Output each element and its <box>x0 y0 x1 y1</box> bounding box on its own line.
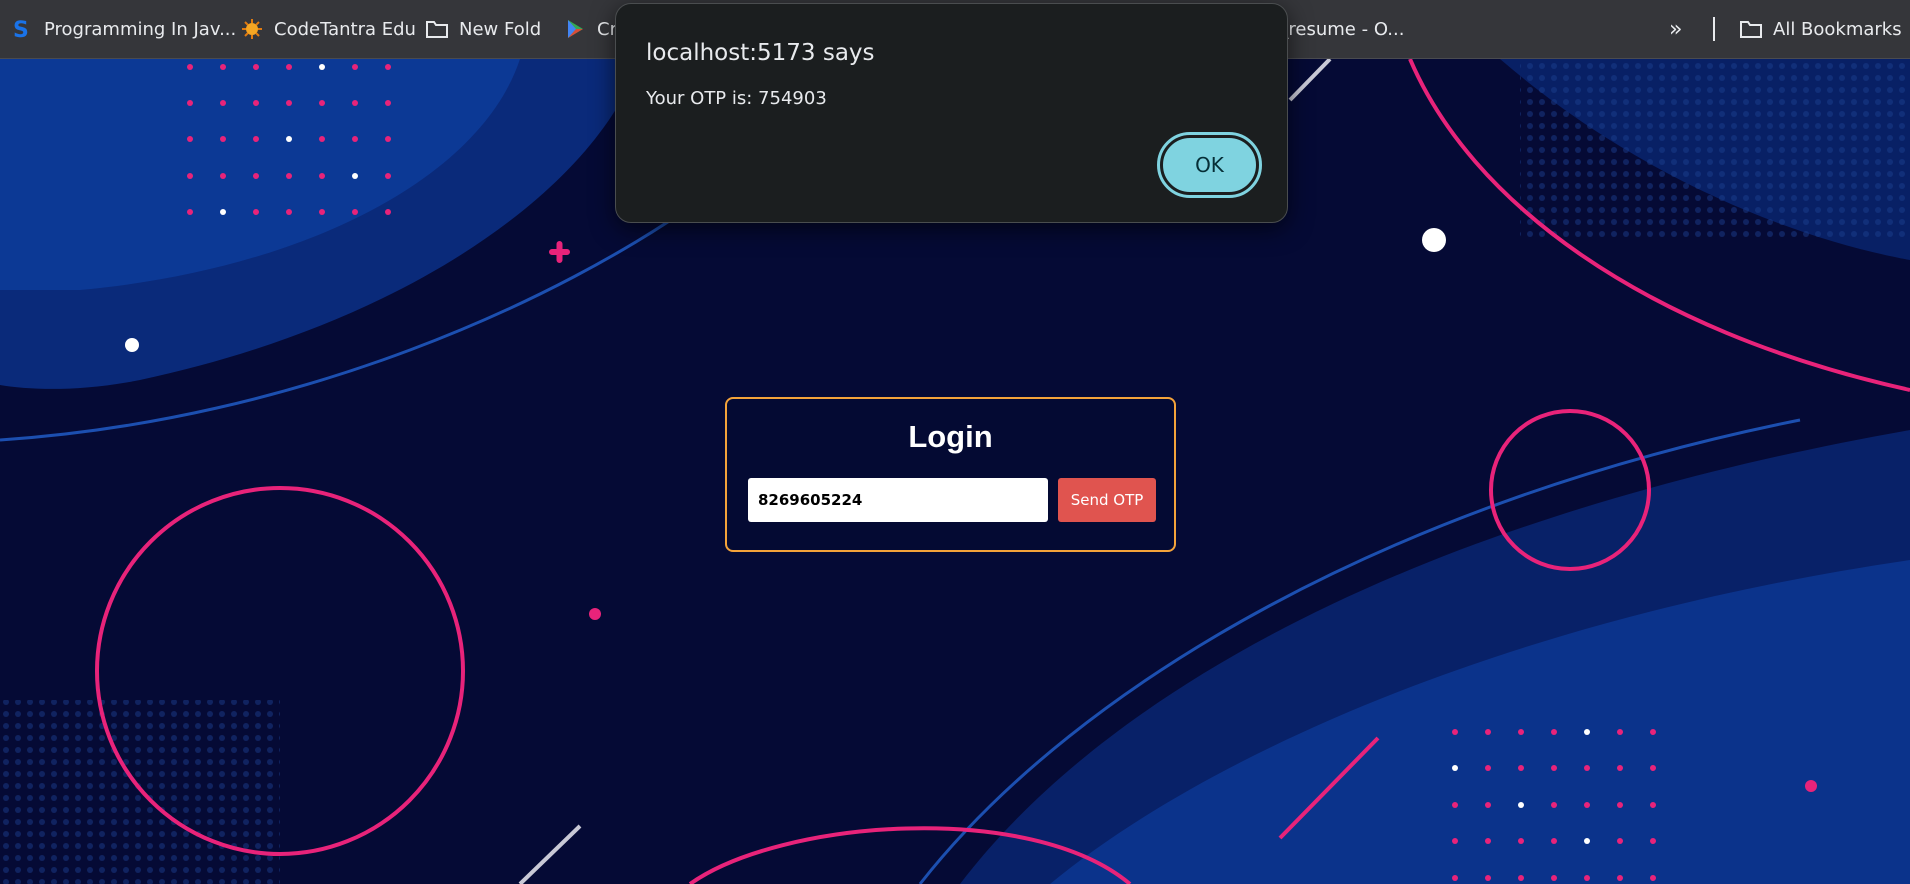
all-bookmarks-label: All Bookmarks <box>1773 18 1902 40</box>
bookmark-label: CodeTantra Edu <box>274 18 416 40</box>
svg-text:S: S <box>13 18 29 41</box>
bookmark-create[interactable]: Cr <box>563 0 617 58</box>
s-logo-icon: S <box>10 17 34 41</box>
send-otp-button[interactable]: Send OTP <box>1058 478 1156 522</box>
login-title: Login <box>908 419 993 454</box>
gear-sun-icon <box>240 17 264 41</box>
bookmark-label: Programming In Jav... <box>44 18 237 40</box>
bookmark-resume[interactable]: n_resume - O... <box>1268 0 1404 58</box>
alert-message: Your OTP is: 754903 <box>646 88 827 109</box>
alert-title: localhost:5173 says <box>646 40 875 66</box>
bookmark-label: New Fold <box>459 18 542 40</box>
alert-dialog: localhost:5173 says Your OTP is: 754903 … <box>615 3 1288 223</box>
bookmark-programming-in-java[interactable]: S Programming In Jav... <box>10 0 236 58</box>
bookmarks-separator <box>1713 17 1715 41</box>
all-bookmarks-button[interactable]: All Bookmarks <box>1739 0 1902 58</box>
bookmark-label: Cr <box>597 18 617 40</box>
folder-icon <box>425 17 449 41</box>
login-card: Login Send OTP <box>725 397 1176 552</box>
phone-input[interactable] <box>748 478 1048 522</box>
folder-icon <box>1739 17 1763 41</box>
bookmark-codetantra[interactable]: CodeTantra Edu <box>240 0 416 58</box>
play-icon <box>563 17 587 41</box>
chevron-double-right-icon: » <box>1669 16 1683 42</box>
bookmark-label: n_resume - O... <box>1268 18 1405 40</box>
bookmark-new-folder[interactable]: New Fold <box>425 0 541 58</box>
ok-button[interactable]: OK <box>1157 132 1262 198</box>
bookmarks-overflow-button[interactable]: » <box>1669 0 1682 58</box>
